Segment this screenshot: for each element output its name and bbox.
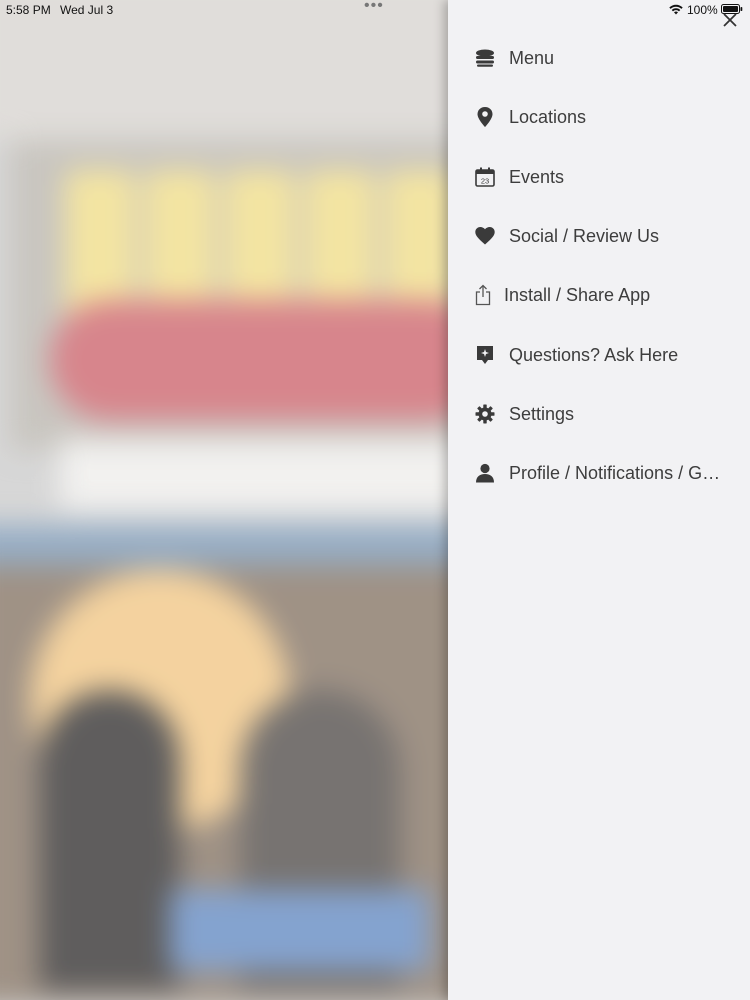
heart-icon: [474, 225, 496, 247]
drawer-item-menu[interactable]: Menu: [448, 33, 750, 83]
question-bubble-icon: [474, 344, 496, 366]
drawer-item-label: Settings: [509, 403, 575, 424]
status-bar: 5:58 PM Wed Jul 3 ••• 100%: [0, 0, 750, 20]
map-pin-icon: [474, 106, 496, 128]
drawer-item-locations[interactable]: Locations: [448, 92, 750, 142]
share-icon: [472, 284, 494, 306]
drawer-item-label: Social / Review Us: [509, 225, 660, 246]
navigation-drawer: Menu Locations 23 Events Social / Review…: [448, 0, 750, 1000]
multitasking-dots[interactable]: •••: [364, 0, 384, 15]
calendar-icon: 23: [474, 166, 496, 188]
gear-icon: [474, 403, 496, 425]
status-time: 5:58 PM: [6, 3, 51, 17]
drawer-item-label: Install / Share App: [504, 284, 651, 305]
background-content: [0, 0, 450, 1000]
drawer-item-settings[interactable]: Settings: [448, 389, 750, 439]
menu-stack-icon: [474, 47, 496, 69]
drawer-item-social-review[interactable]: Social / Review Us: [448, 211, 750, 261]
drawer-item-install-share[interactable]: Install / Share App: [448, 270, 750, 320]
drawer-item-events[interactable]: 23 Events: [448, 152, 750, 202]
calendar-date-text: 23: [481, 177, 489, 186]
person-icon: [474, 462, 496, 484]
status-date: Wed Jul 3: [60, 3, 114, 17]
drawer-item-label: Locations: [509, 106, 587, 127]
close-icon[interactable]: [720, 10, 740, 30]
drawer-item-questions[interactable]: Questions? Ask Here: [448, 330, 750, 380]
drawer-item-label: Menu: [509, 47, 555, 68]
wifi-icon: [669, 4, 683, 15]
drawer-item-label: Questions? Ask Here: [509, 344, 679, 365]
battery-percent: 100%: [687, 3, 718, 17]
drawer-item-label: Events: [509, 166, 565, 187]
drawer-item-profile[interactable]: Profile / Notifications / Gift Cards: [448, 448, 750, 498]
drawer-item-label: Profile / Notifications / Gift Cards: [509, 462, 721, 483]
